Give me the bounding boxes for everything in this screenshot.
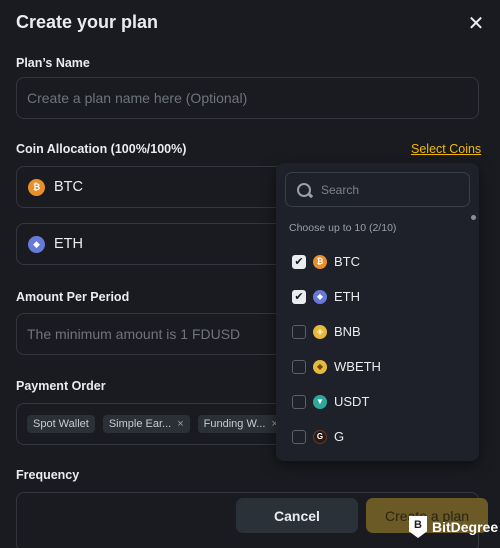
checkbox-unchecked[interactable]: [292, 429, 306, 444]
coin-symbol: ETH: [54, 236, 83, 252]
bitdegree-logo-icon: B: [409, 516, 427, 538]
coin-option-label: ETH: [334, 289, 360, 304]
watermark-text: BitDegree: [432, 519, 499, 535]
page-title: Create your plan: [16, 12, 159, 32]
g-token-icon: G: [313, 429, 327, 444]
coin-allocation-label: Coin Allocation (100%/100%): [16, 142, 187, 156]
coin-option-eth[interactable]: ✔ ◆ ETH: [292, 289, 360, 304]
coin-option-bnb[interactable]: ◈ BNB: [292, 324, 361, 339]
checkbox-checked[interactable]: ✔: [292, 254, 306, 269]
search-icon: [297, 182, 311, 197]
ethereum-icon: ◆: [313, 289, 327, 304]
coin-option-g[interactable]: G G: [292, 429, 344, 444]
chip-label: Spot Wallet: [33, 418, 89, 430]
ethereum-icon: ◆: [28, 235, 45, 253]
bitcoin-icon: ₿: [28, 178, 45, 196]
dropdown-scrollbar[interactable]: [471, 215, 476, 220]
payment-chip-simple-earn[interactable]: Simple Ear... ×: [102, 415, 190, 433]
coin-option-label: BNB: [334, 324, 361, 339]
chip-label: Simple Ear...: [108, 418, 172, 430]
coin-search-input[interactable]: [321, 182, 461, 197]
coin-symbol: BTC: [54, 179, 83, 195]
selection-hint: Choose up to 10 (2/10): [289, 222, 397, 234]
amount-label: Amount Per Period: [16, 290, 130, 304]
bnb-icon: ◈: [313, 324, 327, 339]
remove-chip-icon[interactable]: ×: [177, 418, 183, 430]
checkbox-unchecked[interactable]: [292, 324, 306, 339]
coin-option-label: USDT: [334, 394, 370, 409]
coin-option-wbeth[interactable]: ◆ WBETH: [292, 359, 381, 374]
plan-name-field[interactable]: [16, 77, 479, 119]
usdt-icon: ▼: [313, 394, 327, 409]
coin-option-label: BTC: [334, 254, 360, 269]
select-coins-link[interactable]: Select Coins: [411, 142, 481, 156]
checkbox-unchecked[interactable]: [292, 359, 306, 374]
bitcoin-icon: ₿: [313, 254, 327, 269]
payment-chip-spot-wallet[interactable]: Spot Wallet: [27, 415, 95, 433]
checkbox-unchecked[interactable]: [292, 394, 306, 409]
plan-name-input[interactable]: [17, 78, 478, 118]
coin-option-btc[interactable]: ✔ ₿ BTC: [292, 254, 360, 269]
cancel-button[interactable]: Cancel: [236, 498, 358, 533]
payment-order-label: Payment Order: [16, 379, 106, 393]
coin-option-label: G: [334, 429, 345, 444]
coin-option-usdt[interactable]: ▼ USDT: [292, 394, 369, 409]
checkbox-checked[interactable]: ✔: [292, 289, 306, 304]
close-icon[interactable]: ✕: [466, 14, 486, 34]
coin-option-label: WBETH: [334, 359, 381, 374]
bitdegree-watermark: B BitDegree: [409, 516, 498, 538]
chip-label: Funding W...: [203, 418, 266, 430]
coin-select-dropdown: Choose up to 10 (2/10) ✔ ₿ BTC ✔ ◆ ETH ◈…: [276, 163, 479, 461]
payment-chip-funding-wallet[interactable]: Funding W... ×: [197, 415, 284, 433]
coin-search-box[interactable]: [285, 172, 470, 207]
plan-name-label: Plan’s Name: [16, 56, 90, 70]
frequency-label: Frequency: [16, 468, 80, 482]
wbeth-icon: ◆: [313, 359, 327, 374]
